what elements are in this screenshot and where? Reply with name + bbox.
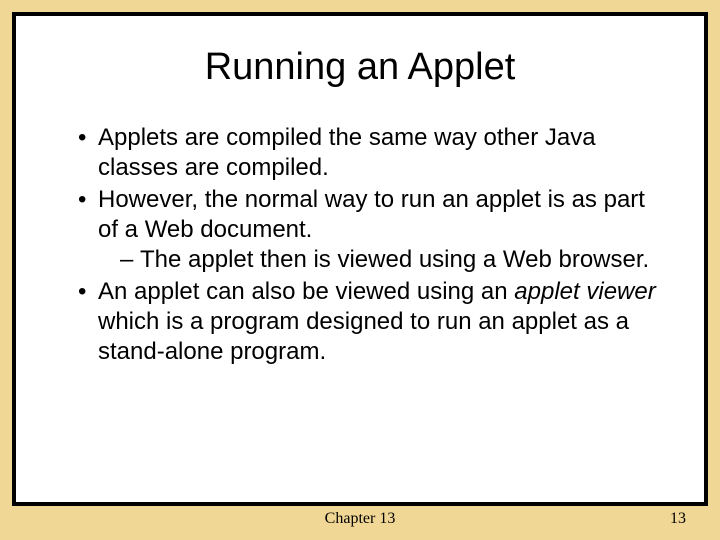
slide-frame: Running an Applet Applets are compiled t… <box>12 12 708 506</box>
slide-title: Running an Applet <box>56 46 664 89</box>
bullet-list: Applets are compiled the same way other … <box>56 123 664 367</box>
bullet-2-text: However, the normal way to run an applet… <box>98 186 645 243</box>
bullet-2-sub: The applet then is viewed using a Web br… <box>120 245 664 275</box>
bullet-3-pre: An applet can also be viewed using an <box>98 278 514 305</box>
footer-chapter: Chapter 13 <box>12 510 708 528</box>
bullet-1-text: Applets are compiled the same way other … <box>98 124 596 181</box>
bullet-3-post: which is a program designed to run an ap… <box>98 308 629 365</box>
slide-footer: Chapter 13 13 <box>12 510 708 534</box>
bullet-3-em: applet viewer <box>514 278 655 305</box>
bullet-3: An applet can also be viewed using an ap… <box>78 277 664 367</box>
bullet-1: Applets are compiled the same way other … <box>78 123 664 183</box>
bullet-2: However, the normal way to run an applet… <box>78 185 664 275</box>
slide-body: Applets are compiled the same way other … <box>56 123 664 367</box>
bullet-2-sub-text: The applet then is viewed using a Web br… <box>140 246 649 273</box>
sub-bullet-list: The applet then is viewed using a Web br… <box>98 245 664 275</box>
footer-page-number: 13 <box>670 510 686 528</box>
